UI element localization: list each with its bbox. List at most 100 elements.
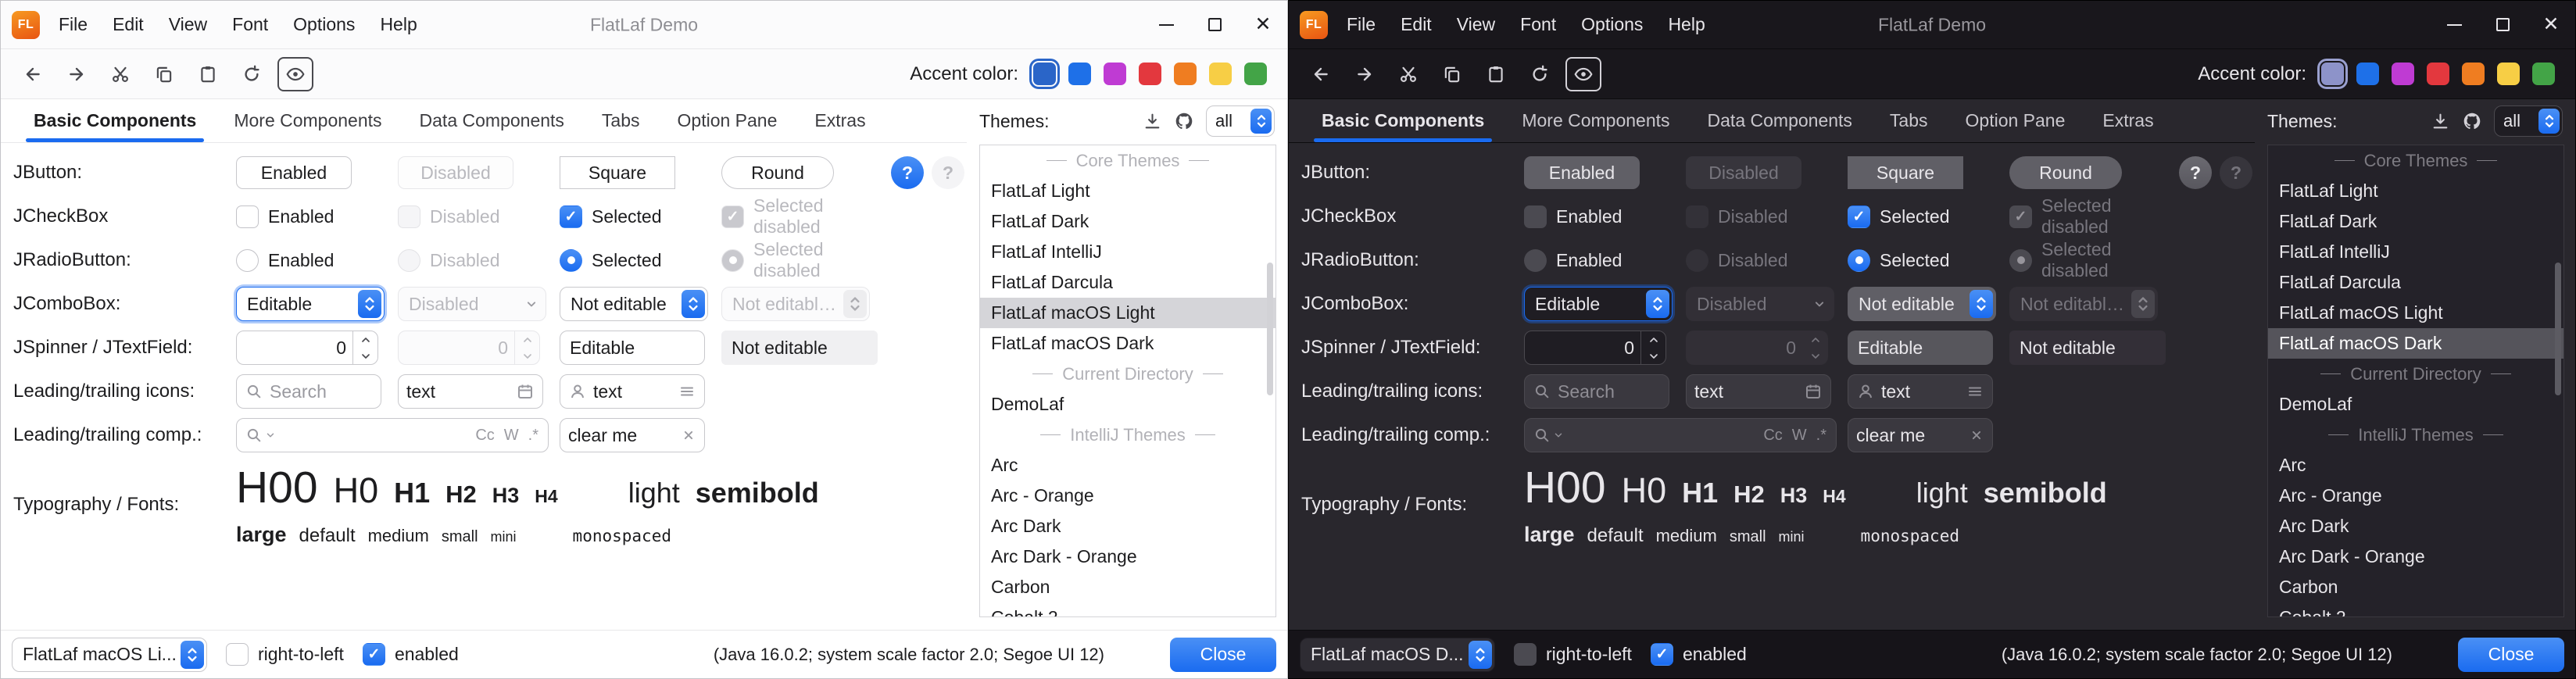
tab[interactable]: Basic Components [1303,99,1503,142]
theme-list-item[interactable]: FlatLaf Dark [2268,206,2563,237]
date-input[interactable] [1694,381,1798,402]
refresh-button[interactable] [234,57,270,91]
accent-color-swatch[interactable] [2427,63,2449,85]
checkbox-selected[interactable]: ✓Selected [560,205,662,228]
clearable-input[interactable] [1856,425,1962,446]
theme-list-item[interactable]: FlatLaf Dark [980,206,1275,237]
combobox-editable[interactable] [236,287,385,321]
tab[interactable]: More Components [215,99,400,142]
square-button[interactable]: Square [560,156,675,189]
search-input[interactable] [270,381,373,402]
menu-item[interactable]: Edit [1388,1,1444,48]
search-with-options-field[interactable]: Cc W .* [1524,418,1837,452]
menu-item[interactable]: Font [1508,1,1569,48]
scrollbar-thumb[interactable] [2555,263,2561,395]
chevron-up-down-icon[interactable] [2538,109,2560,134]
radio-selected[interactable]: Selected [1848,249,1950,272]
download-theme-button[interactable] [2431,112,2450,131]
theme-list-item[interactable]: Arc Dark [980,511,1275,541]
theme-list-item[interactable]: FlatLaf macOS Dark [980,328,1275,359]
whole-word-toggle[interactable]: W [503,427,521,445]
copy-button[interactable] [146,57,182,91]
spinner-input[interactable] [1525,338,1640,359]
spinner-input[interactable] [237,338,352,359]
back-button[interactable] [1303,57,1339,91]
clearable-field[interactable] [1848,418,1993,452]
checkbox-enabled[interactable]: ✓Enabled [1524,205,1622,228]
accent-color-swatch[interactable] [1209,63,1232,85]
user-input[interactable] [593,381,671,402]
minimize-button[interactable] [1142,1,1190,48]
spinner-down-button[interactable] [353,348,377,364]
clearable-field[interactable] [560,418,705,452]
spinner-down-button[interactable] [1641,348,1665,364]
menu-item[interactable]: Help [1655,1,1717,48]
theme-list-item[interactable]: Carbon [980,572,1275,602]
chevron-up-down-icon[interactable] [1646,290,1669,318]
enabled-checkbox[interactable]: ✓ enabled [363,643,459,666]
theme-list-item[interactable]: FlatLaf IntelliJ [2268,237,2563,267]
regex-toggle[interactable]: .* [527,427,540,445]
maximize-button[interactable] [2478,1,2527,48]
match-case-toggle[interactable]: Cc [474,427,496,445]
tab[interactable]: More Components [1503,99,1688,142]
theme-list-item[interactable]: FlatLaf macOS Light [2268,298,2563,328]
theme-list-item[interactable]: FlatLaf Light [2268,176,2563,206]
forward-button[interactable] [1347,57,1383,91]
right-to-left-checkbox[interactable]: ✓ right-to-left [226,643,344,666]
menu-item[interactable]: Font [220,1,281,48]
themes-filter-combobox[interactable]: all [1206,105,1275,137]
match-case-toggle[interactable]: Cc [1762,427,1784,445]
radio-enabled[interactable]: Enabled [1524,249,1622,272]
combobox-not-editable[interactable]: Not editable [560,287,708,321]
spinner[interactable] [236,331,378,365]
search-input[interactable] [1558,381,1661,402]
look-and-feel-combobox[interactable]: FlatLaf macOS D... [1300,638,1495,672]
theme-list-item[interactable]: Cobalt 2 [2268,602,2563,617]
chevron-up-down-icon[interactable] [1250,109,1272,134]
themes-filter-combobox[interactable]: all [2494,105,2563,137]
spinner-up-button[interactable] [353,331,377,348]
show-hidden-eye-toggle[interactable] [1565,57,1601,91]
search-options-input[interactable] [282,425,467,446]
forward-button[interactable] [59,57,95,91]
close-window-button[interactable]: ✕ [2527,1,2575,48]
accent-color-swatch[interactable] [2532,63,2555,85]
right-to-left-checkbox[interactable]: ✓ right-to-left [1514,643,1632,666]
date-field[interactable] [1686,374,1831,409]
combobox-editable-input[interactable] [1525,294,1646,315]
spinner-up-button[interactable] [1641,331,1665,348]
back-button[interactable] [15,57,51,91]
theme-list-item[interactable]: FlatLaf IntelliJ [980,237,1275,267]
theme-list-item[interactable]: Core Themes [2268,145,2563,176]
close-app-button[interactable]: Close [1170,638,1276,672]
theme-list-item[interactable]: FlatLaf macOS Light [980,298,1275,328]
accent-color-swatch[interactable] [2321,63,2344,85]
chevron-up-down-icon[interactable] [358,290,381,318]
tab[interactable]: Option Pane [1947,99,2084,142]
accent-color-swatch[interactable] [1244,63,1267,85]
theme-list-item[interactable]: DemoLaf [2268,389,2563,420]
user-field[interactable] [1848,374,1993,409]
tab[interactable]: Data Components [1689,99,1871,142]
menu-item[interactable]: Edit [100,1,156,48]
tab[interactable]: Data Components [401,99,583,142]
paste-button[interactable] [1478,57,1514,91]
theme-list-item[interactable]: FlatLaf Darcula [980,267,1275,298]
enabled-button[interactable]: Enabled [236,156,352,189]
theme-list-item[interactable]: FlatLaf Darcula [2268,267,2563,298]
tab[interactable]: Tabs [1871,99,1947,142]
accent-color-swatch[interactable] [1139,63,1161,85]
menu-item[interactable]: View [156,1,220,48]
chevron-up-down-icon[interactable] [1469,641,1492,669]
theme-list-item[interactable]: Arc Dark - Orange [980,541,1275,572]
menu-item[interactable]: File [46,1,100,48]
round-button[interactable]: Round [721,156,834,189]
theme-list-item[interactable]: Carbon [2268,572,2563,602]
cut-button[interactable] [1390,57,1426,91]
theme-list-item[interactable]: Arc [980,450,1275,481]
spinner[interactable] [1524,331,1666,365]
scrollbar-thumb[interactable] [1267,263,1273,395]
theme-list-item[interactable]: Arc Dark [2268,511,2563,541]
theme-list-item[interactable]: Cobalt 2 [980,602,1275,617]
